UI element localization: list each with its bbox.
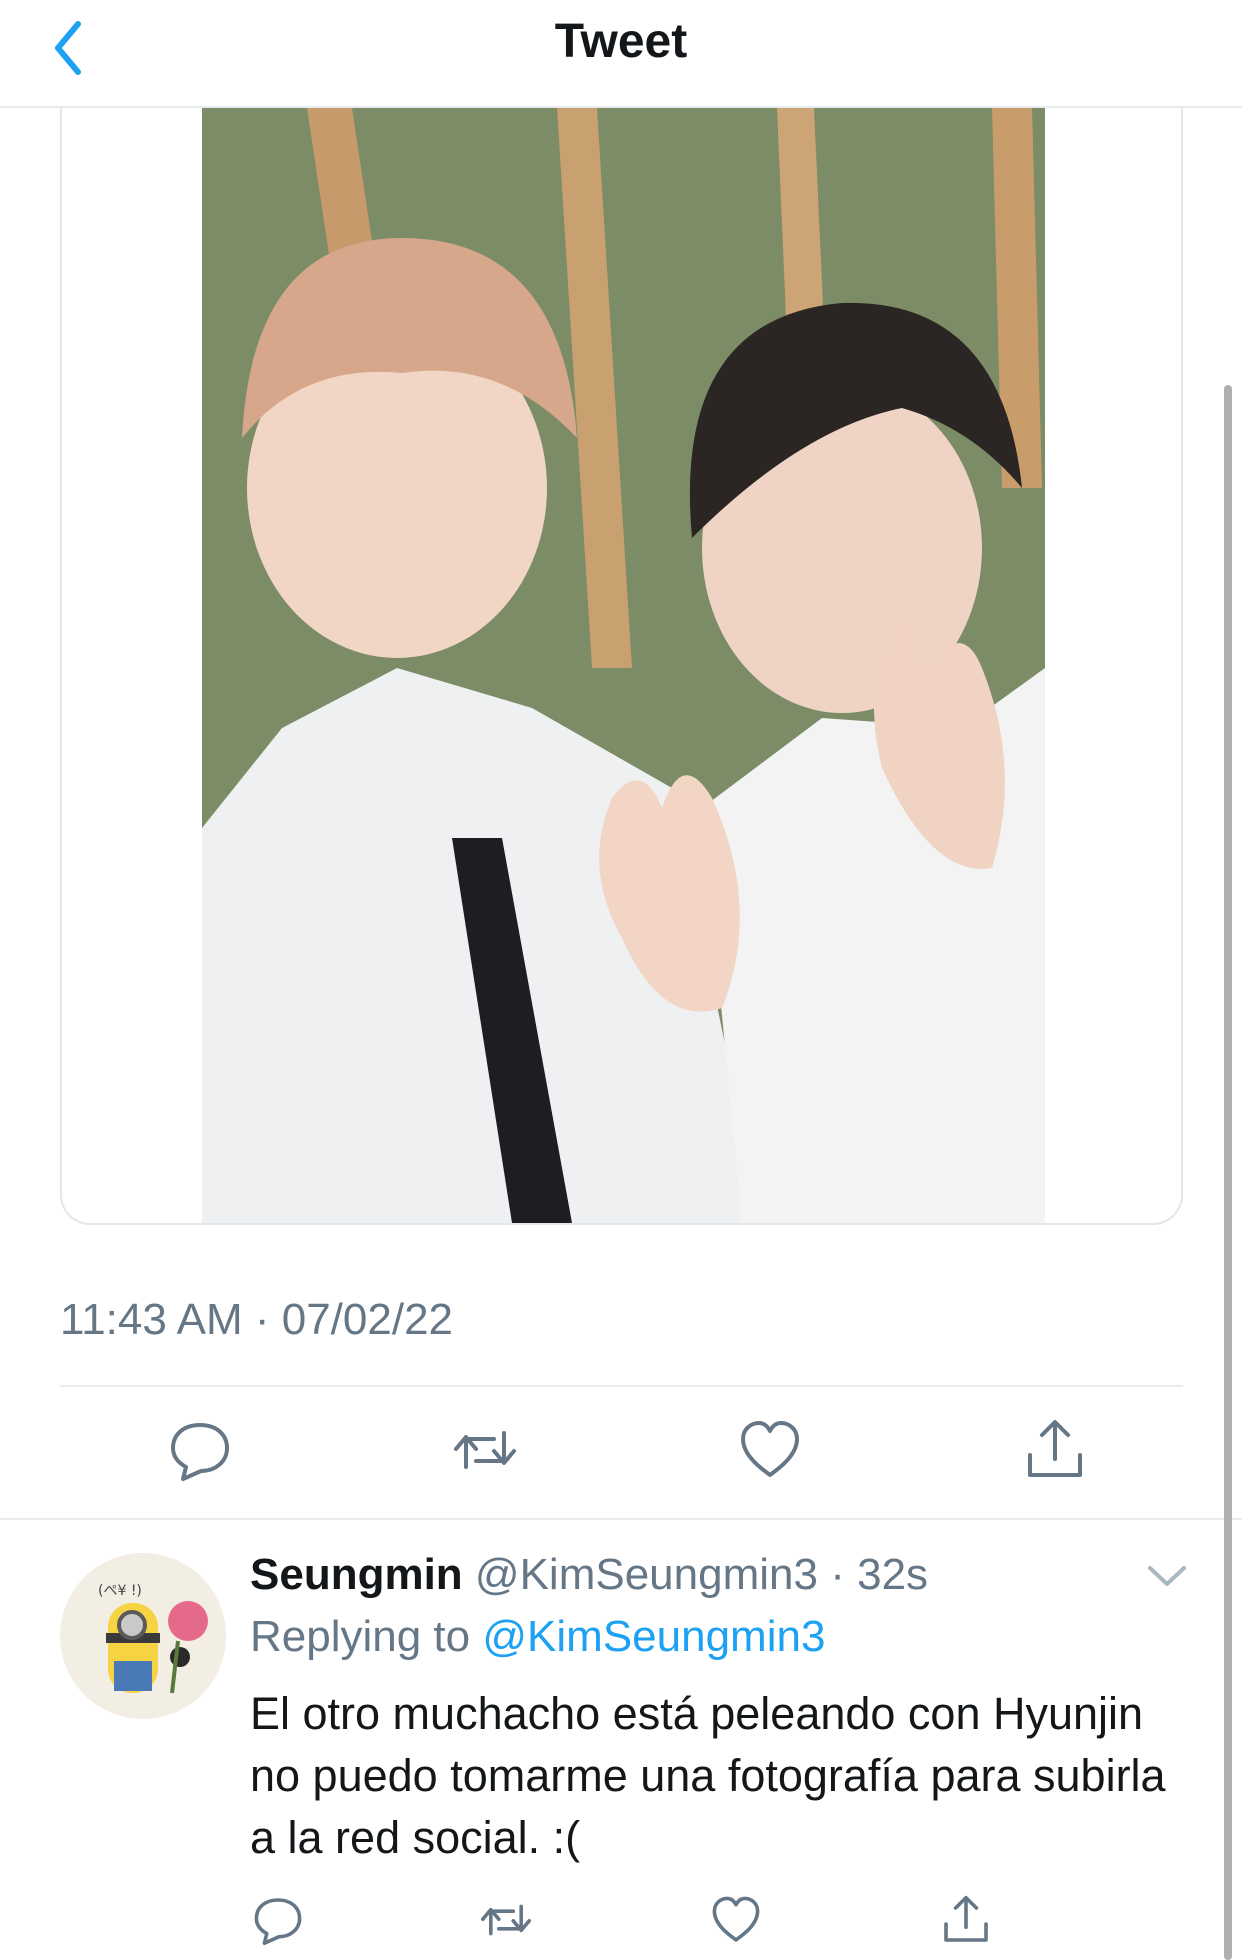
page-title: Tweet: [554, 15, 688, 68]
tweet-photo[interactable]: [202, 108, 1045, 1223]
share-button[interactable]: [1020, 1415, 1090, 1485]
retweet-icon: [454, 1431, 516, 1469]
replying-to-line: Replying to @KimSeungmin3: [250, 1612, 825, 1662]
reply-share-button[interactable]: [938, 1892, 994, 1948]
reply-reply-button[interactable]: [250, 1892, 306, 1948]
share-upload-icon: [944, 1895, 988, 1942]
retweet-icon: [481, 1904, 531, 1936]
replying-to-handle-link[interactable]: @KimSeungmin3: [482, 1612, 825, 1661]
tweet-media-card: [60, 108, 1183, 1225]
reply-button[interactable]: [165, 1415, 235, 1485]
replying-to-label: Replying to: [250, 1612, 471, 1661]
like-button[interactable]: [735, 1415, 805, 1485]
divider: [60, 1385, 1183, 1387]
reply-header: Seungmin @KimSeungmin3 · 32s: [250, 1550, 928, 1600]
reply-author-handle[interactable]: @KimSeungmin3: [475, 1550, 818, 1599]
tweet-timestamp: 11:43 AM · 07/02/22: [60, 1295, 454, 1344]
top-navigation-bar: Tweet: [0, 0, 1242, 108]
heart-icon: [712, 1896, 760, 1942]
more-options-button[interactable]: [1144, 1560, 1190, 1590]
reply-retweet-button[interactable]: [478, 1892, 534, 1948]
chevron-down-icon: [1148, 1566, 1186, 1586]
avatar[interactable]: (ぺ¥ !): [60, 1553, 226, 1719]
speech-bubble-icon: [254, 1898, 302, 1945]
tweet-action-bar: [0, 1415, 1242, 1495]
reply-author-name[interactable]: Seungmin: [250, 1550, 463, 1599]
divider: [0, 1518, 1242, 1520]
scrollbar[interactable]: [1224, 385, 1232, 1960]
avatar-caption: (ぺ¥ !): [98, 1583, 142, 1599]
separator-dot: ·: [830, 1550, 845, 1599]
speech-bubble-icon: [171, 1423, 229, 1481]
retweet-button[interactable]: [450, 1415, 520, 1485]
reply-like-button[interactable]: [708, 1892, 764, 1948]
reply-action-bar: [0, 1892, 1242, 1952]
reply-time: 32s: [857, 1550, 929, 1599]
reply-text: El otro muchacho está peleando con Hyunj…: [250, 1688, 1166, 1863]
share-upload-icon: [1028, 1420, 1082, 1477]
heart-icon: [741, 1421, 799, 1477]
